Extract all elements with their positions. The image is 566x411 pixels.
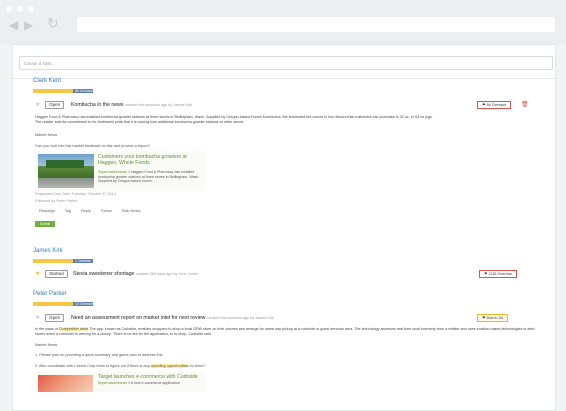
divider: [13, 78, 555, 79]
requested-due-date: Requested Due Date Tuesday, October 07 2…: [35, 192, 116, 196]
task-title[interactable]: Stevia sweetener shortage created 384 da…: [73, 271, 198, 277]
window-control-dot[interactable]: [28, 6, 34, 12]
tag-link[interactable]: Tag: [65, 209, 71, 213]
browser-titlebar: ◀ ▶ ↻: [0, 0, 566, 44]
news-title[interactable]: Customers your kombucha growlers at Hagg…: [98, 154, 202, 166]
news-snippet: Supermarketnews » Haggen Food & Pharmacy…: [98, 170, 200, 184]
page-content: Create a Task... Clark Kent 68 Overdue ★…: [12, 44, 556, 411]
assignee-name[interactable]: Clark Kent: [33, 78, 61, 84]
task-status-button[interactable]: Started: [45, 270, 68, 278]
overdue-bar-yellow: [33, 259, 73, 263]
risk-metric-link[interactable]: Risk Metric: [122, 209, 141, 213]
news-card[interactable]: Customers your kombucha growlers at Hagg…: [35, 151, 205, 191]
followed-by: Followed by Peter Parker: [35, 199, 78, 203]
delete-icon[interactable]: 🗑: [521, 101, 529, 108]
forward-icon[interactable]: ▶: [24, 19, 33, 31]
submit-button[interactable]: Submit: [35, 221, 55, 227]
task-description: In the wake of Competition news The app,…: [35, 327, 535, 336]
task-status-button[interactable]: Open: [45, 314, 65, 322]
news-thumbnail: [38, 375, 93, 392]
create-task-input[interactable]: Create a Task...: [19, 56, 553, 70]
highlighted-link[interactable]: Competition news: [59, 327, 89, 331]
overdue-badge: 10 Overdue: [73, 302, 93, 306]
assignee-name[interactable]: Peter Parker: [33, 291, 67, 297]
due-badge[interactable]: ⚑ Due in 2d: [477, 314, 508, 322]
task-title[interactable]: Need an assessment report on market inte…: [71, 315, 274, 321]
star-icon[interactable]: ★: [35, 314, 40, 322]
overdue-bar: 68 Overdue: [33, 89, 93, 93]
task-row[interactable]: ★ Started Stevia sweetener shortage crea…: [35, 270, 545, 278]
task-row[interactable]: ★ Open Kombucha in the news created few …: [35, 101, 545, 109]
news-snippet: Supermarketnews » A new e-commerce appli…: [98, 381, 180, 385]
overdue-badge: 68 Overdue: [73, 89, 93, 93]
overdue-bar-yellow: [33, 89, 73, 93]
window-control-dot[interactable]: [6, 6, 12, 12]
task-title[interactable]: Kombucha in the news created few seconds…: [71, 102, 192, 108]
overdue-bar: 1 Overdue: [33, 259, 93, 263]
market-news-label: Market News: [35, 133, 58, 137]
assignee-name[interactable]: James Kirk: [33, 248, 63, 254]
follow-link[interactable]: Follow: [101, 209, 112, 213]
task-status-button[interactable]: Open: [45, 101, 65, 109]
due-badge[interactable]: ⚑ 1116 Overdue: [479, 270, 517, 278]
reply-link[interactable]: Reply: [81, 209, 91, 213]
overdue-bar-yellow: [33, 302, 73, 306]
browser-window: ◀ ▶ ↻ Create a Task... Clark Kent 68 Ove…: [0, 0, 566, 411]
due-badge[interactable]: ⚑ 68 Overdue: [477, 101, 512, 109]
highlighted-link[interactable]: upselling opportunities: [150, 364, 189, 368]
star-icon[interactable]: ★: [35, 101, 40, 109]
task-description: Haggen Food & Pharmacy has installed kom…: [35, 115, 433, 124]
news-title[interactable]: Target launches e-commerce with Curbside: [98, 374, 198, 380]
reassign-link[interactable]: Reassign: [39, 209, 55, 213]
window-control-dot[interactable]: [17, 6, 23, 12]
url-bar[interactable]: [77, 17, 555, 32]
news-thumbnail: [38, 154, 94, 188]
overdue-bar: 10 Overdue: [33, 302, 93, 306]
reload-icon[interactable]: ↻: [47, 16, 59, 30]
task-request: Can you look into this market feedback o…: [35, 144, 150, 148]
task-point: 1. Please plan on providing a quick summ…: [35, 353, 163, 357]
back-icon[interactable]: ◀: [9, 19, 18, 31]
news-card[interactable]: Target launches e-commerce with Curbside…: [35, 372, 205, 392]
star-icon[interactable]: ★: [35, 270, 40, 278]
overdue-badge: 1 Overdue: [73, 259, 93, 263]
task-row[interactable]: ★ Open Need an assessment report on mark…: [35, 314, 545, 322]
task-point: 2. Also coordinate with Cosmo Corp team …: [35, 364, 206, 368]
task-actions: Reassign Tag Reply Follow Risk Metric: [39, 209, 150, 213]
market-news-label: Market News: [35, 343, 58, 347]
